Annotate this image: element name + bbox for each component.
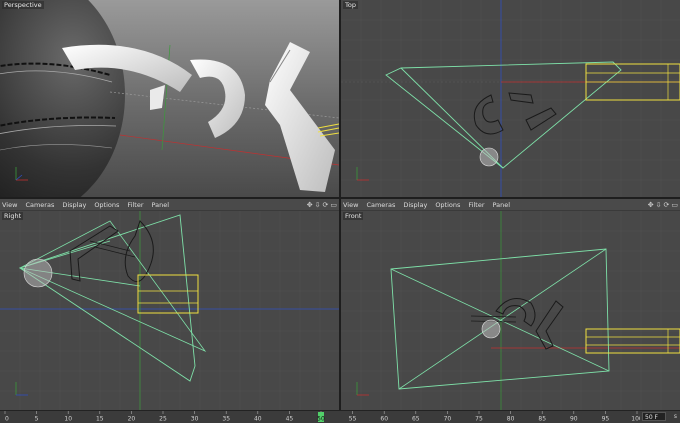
perspective-scene bbox=[0, 0, 339, 197]
top-scene bbox=[341, 0, 680, 197]
viewport-menubar: View Cameras Display Options Filter Pane… bbox=[341, 199, 680, 211]
timeline-tick-label: 20 bbox=[128, 416, 136, 423]
viewport-label: Right bbox=[2, 212, 24, 220]
viewport-menubar: View Cameras Display Options Filter Pane… bbox=[0, 199, 339, 211]
viewport-top[interactable]: Top bbox=[341, 0, 680, 197]
menu-filter[interactable]: Filter bbox=[468, 201, 484, 209]
menu-options[interactable]: Options bbox=[94, 201, 119, 209]
timeline-tick-label: 0 bbox=[5, 416, 9, 423]
timeline-tick-label: 90 bbox=[570, 416, 578, 423]
move-icon[interactable]: ✥ bbox=[648, 201, 654, 209]
rotate-icon[interactable]: ⟳ bbox=[664, 201, 670, 209]
viewport-label: Front bbox=[343, 212, 364, 220]
timeline-tick-label: 60 bbox=[380, 416, 388, 423]
pan-icon[interactable]: ⇩ bbox=[315, 201, 321, 209]
frame-field[interactable]: 50 F bbox=[642, 412, 666, 421]
front-scene bbox=[341, 211, 680, 410]
timeline[interactable]: 0 5 10 15 20 25 30 35 40 45 50 55 60 65 70 75 80 85 90 95 10… bbox=[0, 410, 680, 423]
timeline-tick-label: 95 bbox=[602, 416, 610, 423]
timeline-tick-label: 45 bbox=[286, 416, 294, 423]
menu-view[interactable]: View bbox=[343, 201, 358, 209]
menu-display[interactable]: Display bbox=[403, 201, 427, 209]
viewport-divider-vertical[interactable] bbox=[339, 0, 341, 410]
viewport-label: Perspective bbox=[2, 1, 44, 9]
viewport-perspective[interactable]: Perspective bbox=[0, 0, 339, 197]
menu-display[interactable]: Display bbox=[62, 201, 86, 209]
timeline-tick-label: 100 bbox=[631, 416, 640, 423]
timeline-tick-label: 35 bbox=[222, 416, 230, 423]
timeline-tick-label: 80 bbox=[507, 416, 515, 423]
timeline-end-label: s bbox=[673, 413, 677, 420]
timeline-tick-label: 55 bbox=[349, 416, 357, 423]
menu-panel[interactable]: Panel bbox=[152, 201, 170, 209]
viewport-front[interactable]: View Cameras Display Options Filter Pane… bbox=[341, 199, 680, 410]
maximize-icon[interactable]: ▭ bbox=[671, 201, 678, 209]
timeline-tick-label: 30 bbox=[191, 416, 199, 423]
timeline-ruler[interactable]: 0 5 10 15 20 25 30 35 40 45 50 55 60 65 70 75 80 85 90 95 10… bbox=[0, 411, 640, 423]
timeline-tick-label: 75 bbox=[475, 416, 483, 423]
viewport-right[interactable]: View Cameras Display Options Filter Pane… bbox=[0, 199, 339, 410]
rotate-icon[interactable]: ⟳ bbox=[323, 201, 329, 209]
maximize-icon[interactable]: ▭ bbox=[330, 201, 337, 209]
timeline-tick-label: 65 bbox=[412, 416, 420, 423]
viewport-divider-horizontal[interactable] bbox=[0, 197, 680, 199]
timeline-tick-label: 10 bbox=[64, 416, 72, 423]
viewport-nav-icons: ✥ ⇩ ⟳ ▭ bbox=[648, 200, 678, 210]
timeline-tick-label: 15 bbox=[96, 416, 104, 423]
menu-cameras[interactable]: Cameras bbox=[25, 201, 54, 209]
timeline-tick-label: 40 bbox=[254, 416, 262, 423]
pan-icon[interactable]: ⇩ bbox=[656, 201, 662, 209]
menu-view[interactable]: View bbox=[2, 201, 17, 209]
menu-options[interactable]: Options bbox=[435, 201, 460, 209]
timeline-tick-label: 50 bbox=[317, 416, 325, 423]
menu-filter[interactable]: Filter bbox=[127, 201, 143, 209]
viewport-nav-icons: ✥ ⇩ ⟳ ▭ bbox=[307, 200, 337, 210]
timeline-tick-label: 25 bbox=[159, 416, 167, 423]
timeline-tick-label: 70 bbox=[444, 416, 452, 423]
menu-panel[interactable]: Panel bbox=[493, 201, 511, 209]
move-icon[interactable]: ✥ bbox=[307, 201, 313, 209]
right-scene bbox=[0, 211, 339, 410]
timeline-tick-label: 5 bbox=[35, 416, 39, 423]
timeline-tick-label: 85 bbox=[538, 416, 546, 423]
viewport-label: Top bbox=[343, 1, 358, 9]
menu-cameras[interactable]: Cameras bbox=[366, 201, 395, 209]
